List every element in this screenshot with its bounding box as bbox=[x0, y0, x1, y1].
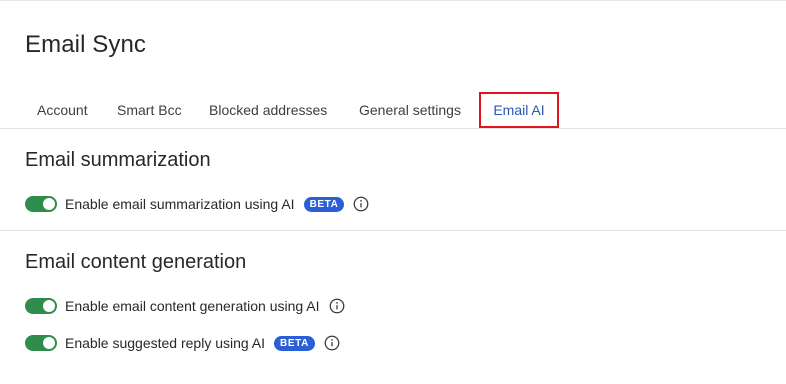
tab-general-settings[interactable]: General settings bbox=[359, 91, 461, 129]
tab-blocked-addresses[interactable]: Blocked addresses bbox=[209, 91, 327, 129]
toggle-knob bbox=[43, 337, 55, 349]
setting-row-email-content-generation: Enable email content generation using AI bbox=[25, 297, 345, 315]
setting-row-suggested-reply: Enable suggested reply using AI BETA bbox=[25, 334, 340, 352]
section-divider bbox=[0, 230, 786, 231]
toggle-email-summarization[interactable] bbox=[25, 196, 57, 212]
info-icon[interactable] bbox=[353, 196, 369, 212]
section-title-email-summarization: Email summarization bbox=[25, 149, 211, 171]
settings-tabs: Account Smart Bcc Blocked addresses Gene… bbox=[0, 91, 786, 129]
tab-account[interactable]: Account bbox=[37, 91, 88, 129]
toggle-email-content-generation[interactable] bbox=[25, 298, 57, 314]
tab-smart-bcc[interactable]: Smart Bcc bbox=[117, 91, 182, 129]
tab-email-ai[interactable]: Email AI bbox=[479, 92, 559, 128]
beta-badge: BETA bbox=[274, 335, 315, 351]
toggle-knob bbox=[43, 198, 55, 210]
setting-label: Enable email summarization using AI bbox=[65, 196, 295, 212]
toggle-knob bbox=[43, 300, 55, 312]
email-sync-settings-page: Email Sync Account Smart Bcc Blocked add… bbox=[0, 0, 786, 384]
toggle-suggested-reply[interactable] bbox=[25, 335, 57, 351]
setting-row-email-summarization: Enable email summarization using AI BETA bbox=[25, 195, 369, 213]
section-title-email-content-generation: Email content generation bbox=[25, 251, 247, 273]
setting-label: Enable email content generation using AI bbox=[65, 298, 320, 314]
info-icon[interactable] bbox=[329, 298, 345, 314]
setting-label: Enable suggested reply using AI bbox=[65, 335, 266, 351]
beta-badge: BETA bbox=[303, 196, 345, 212]
info-icon[interactable] bbox=[324, 335, 340, 351]
page-title: Email Sync bbox=[25, 31, 147, 58]
